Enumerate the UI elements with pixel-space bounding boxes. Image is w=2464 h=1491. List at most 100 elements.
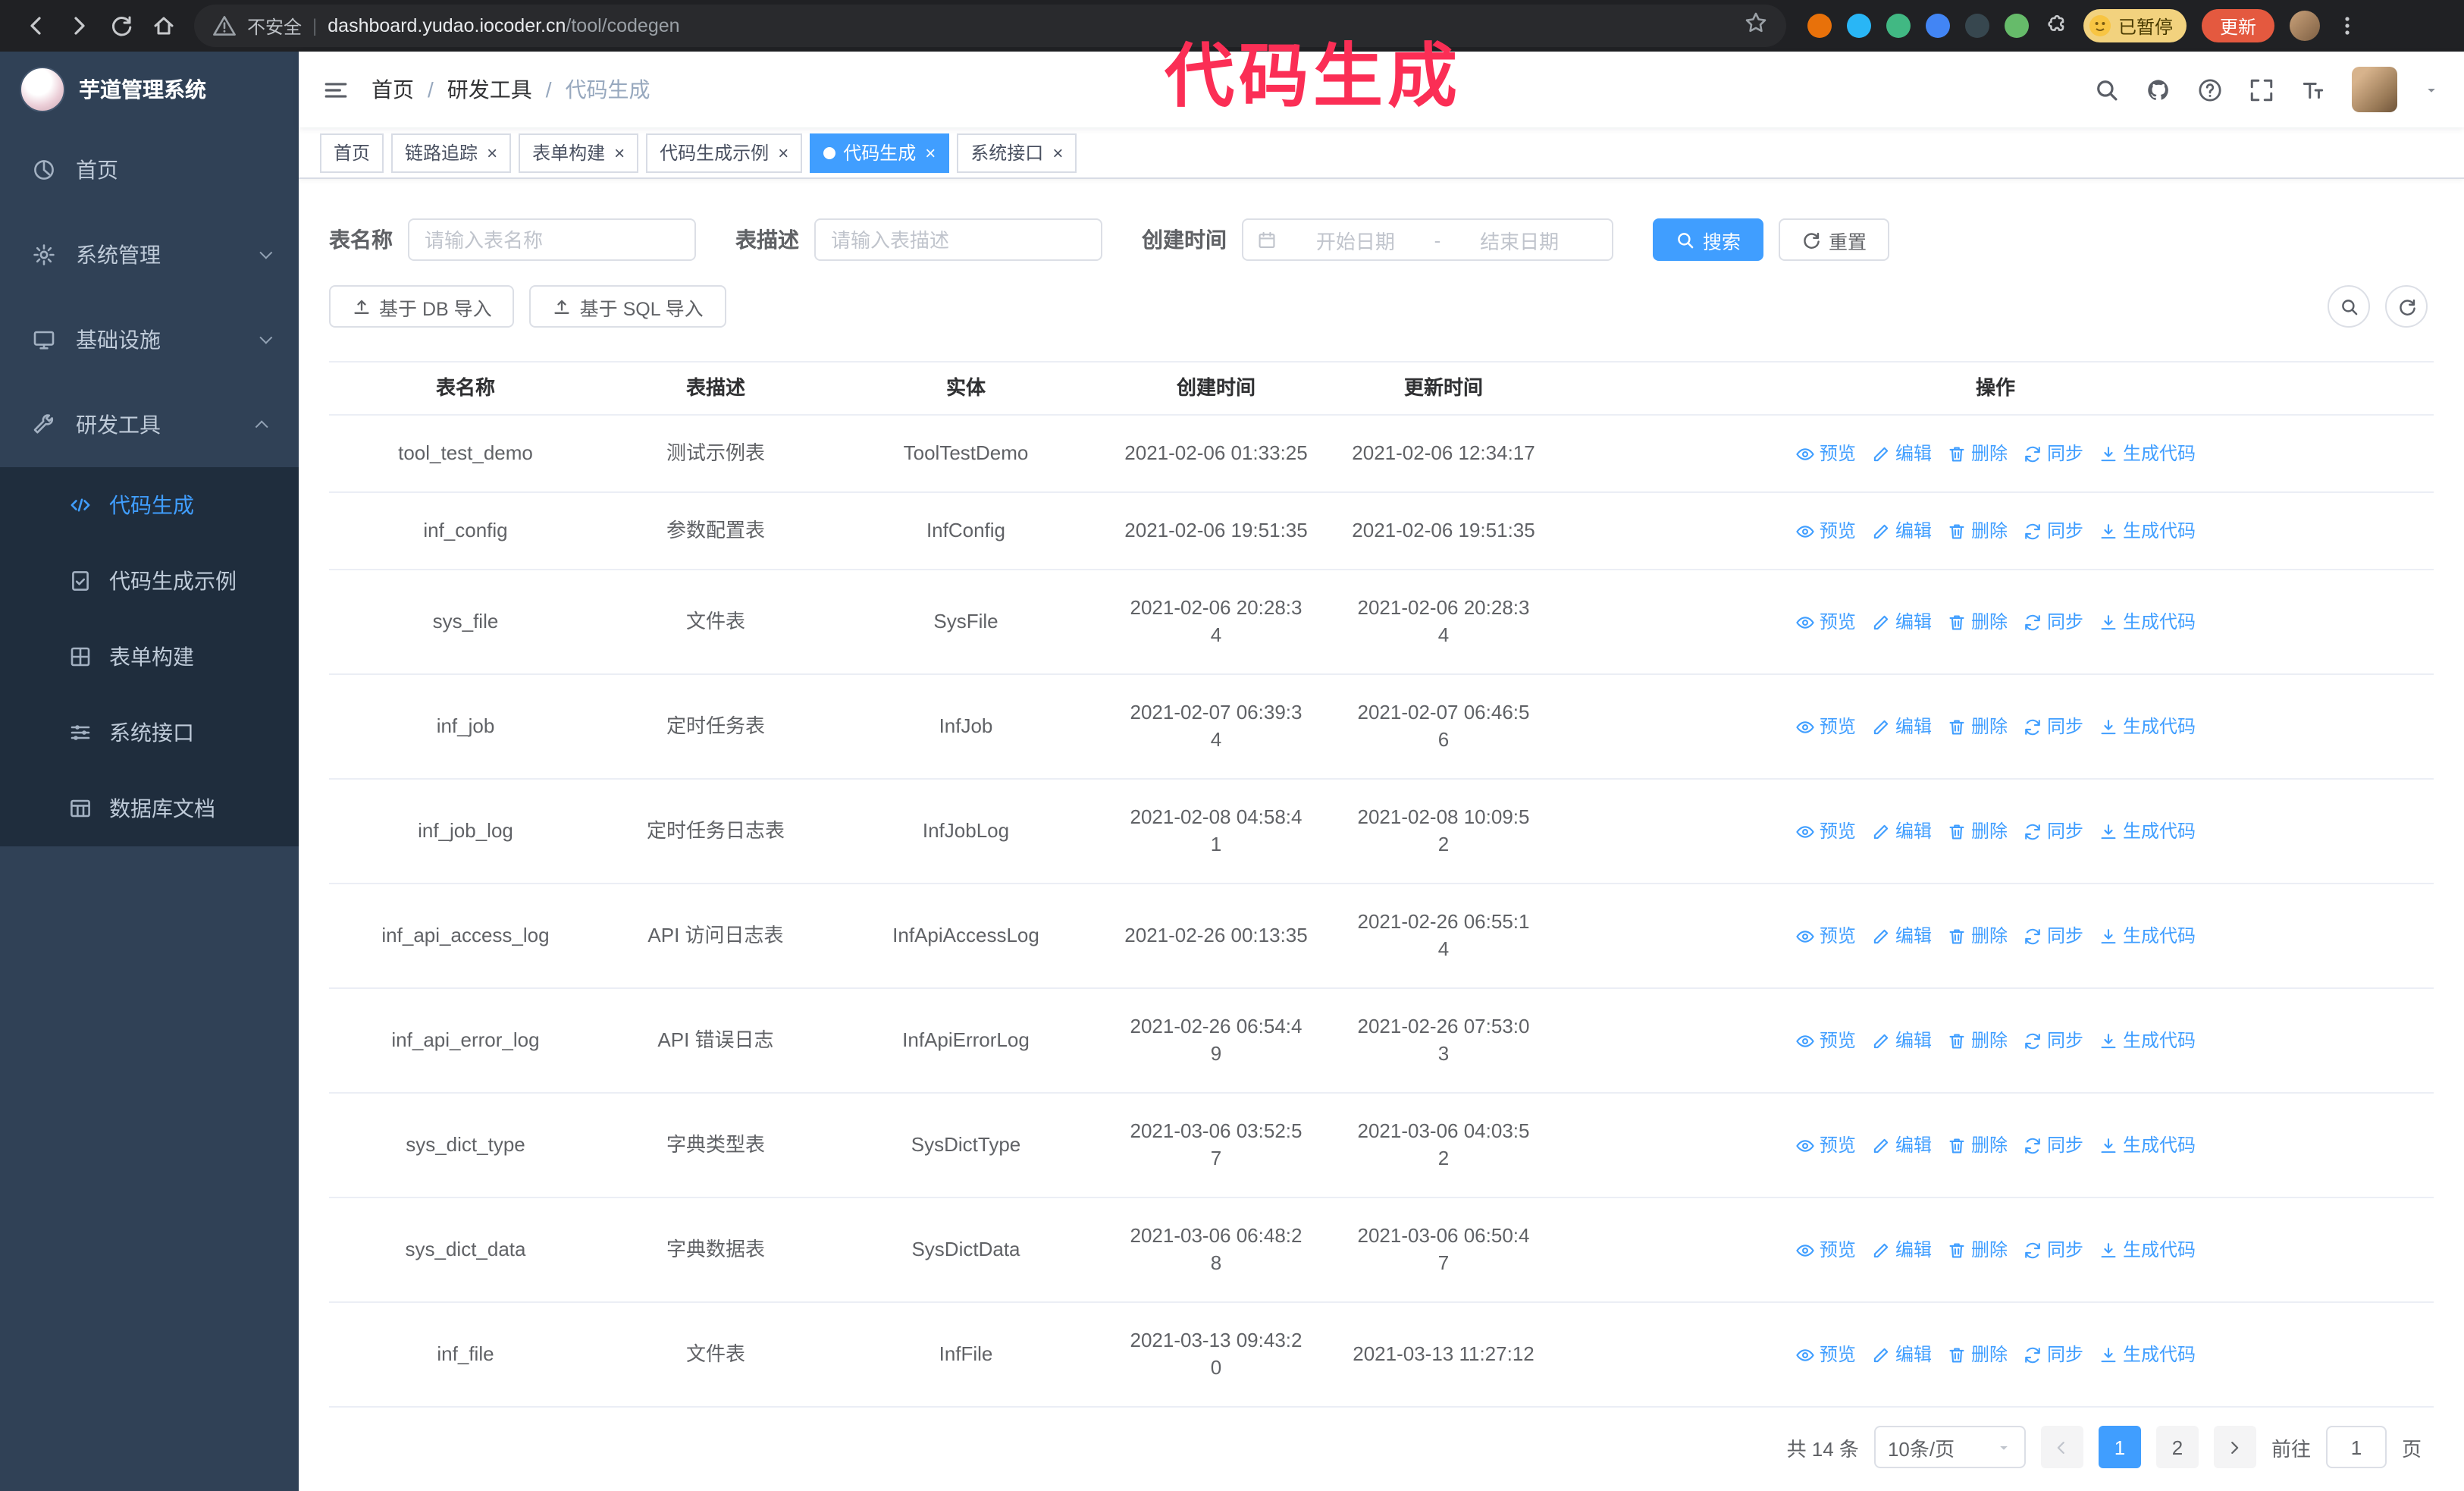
generate-code-link[interactable]: 生成代码 — [2099, 713, 2196, 740]
user-avatar[interactable] — [2352, 67, 2397, 112]
generate-code-link[interactable]: 生成代码 — [2099, 818, 2196, 845]
close-icon[interactable]: × — [1052, 143, 1063, 162]
sync-link[interactable]: 同步 — [2023, 440, 2083, 467]
sidebar-item-infrastructure[interactable]: 基础设施 — [0, 297, 299, 382]
generate-code-link[interactable]: 生成代码 — [2099, 440, 2196, 467]
sidebar-item-devtools[interactable]: 研发工具 — [0, 382, 299, 467]
sync-link[interactable]: 同步 — [2023, 1341, 2083, 1368]
sidebar-subitem-db-doc[interactable]: 数据库文档 — [0, 771, 299, 846]
preview-link[interactable]: 预览 — [1795, 1341, 1856, 1368]
fullscreen-icon[interactable] — [2249, 77, 2274, 102]
delete-link[interactable]: 删除 — [1947, 1027, 2008, 1054]
edit-link[interactable]: 编辑 — [1871, 517, 1932, 545]
edit-link[interactable]: 编辑 — [1871, 608, 1932, 636]
extension-icon[interactable] — [1847, 14, 1871, 38]
delete-link[interactable]: 删除 — [1947, 1341, 2008, 1368]
sync-link[interactable]: 同步 — [2023, 922, 2083, 950]
table-name-input[interactable] — [408, 218, 696, 261]
generate-code-link[interactable]: 生成代码 — [2099, 1341, 2196, 1368]
extension-icon[interactable] — [1926, 14, 1950, 38]
generate-code-link[interactable]: 生成代码 — [2099, 1132, 2196, 1159]
delete-link[interactable]: 删除 — [1947, 713, 2008, 740]
tab-form-builder[interactable]: 表单构建 × — [519, 133, 639, 172]
sidebar-subitem-form-builder[interactable]: 表单构建 — [0, 619, 299, 695]
preview-link[interactable]: 预览 — [1795, 818, 1856, 845]
edit-link[interactable]: 编辑 — [1871, 1236, 1932, 1263]
close-icon[interactable]: × — [925, 143, 936, 162]
goto-page-input[interactable] — [2325, 1426, 2387, 1468]
delete-link[interactable]: 删除 — [1947, 922, 2008, 950]
browser-menu-icon[interactable] — [2335, 14, 2359, 38]
generate-code-link[interactable]: 生成代码 — [2099, 608, 2196, 636]
generate-code-link[interactable]: 生成代码 — [2099, 922, 2196, 950]
edit-link[interactable]: 编辑 — [1871, 1341, 1932, 1368]
browser-reload-button[interactable] — [100, 5, 143, 47]
delete-link[interactable]: 删除 — [1947, 818, 2008, 845]
extension-icon[interactable] — [1965, 14, 1989, 38]
preview-link[interactable]: 预览 — [1795, 922, 1856, 950]
tab-home[interactable]: 首页 — [320, 133, 384, 172]
preview-link[interactable]: 预览 — [1795, 1027, 1856, 1054]
browser-profile-avatar[interactable] — [2290, 11, 2321, 41]
edit-link[interactable]: 编辑 — [1871, 922, 1932, 950]
page-button-2[interactable]: 2 — [2155, 1426, 2199, 1468]
sync-link[interactable]: 同步 — [2023, 713, 2083, 740]
edit-link[interactable]: 编辑 — [1871, 713, 1932, 740]
sidebar-subitem-system-api[interactable]: 系统接口 — [0, 695, 299, 771]
close-icon[interactable]: × — [778, 143, 788, 162]
extension-icon[interactable] — [1807, 14, 1832, 38]
generate-code-link[interactable]: 生成代码 — [2099, 517, 2196, 545]
delete-link[interactable]: 删除 — [1947, 1132, 2008, 1159]
browser-back-button[interactable] — [15, 5, 58, 47]
breadcrumb-devtools[interactable]: 研发工具 — [447, 74, 532, 105]
bookmark-star-icon[interactable] — [1744, 10, 1768, 42]
delete-link[interactable]: 删除 — [1947, 1236, 2008, 1263]
sidebar-item-home[interactable]: 首页 — [0, 127, 299, 212]
prev-page-button[interactable] — [2040, 1426, 2083, 1468]
close-icon[interactable]: × — [487, 143, 497, 162]
tab-codegen[interactable]: 代码生成 × — [810, 133, 950, 172]
github-icon[interactable] — [2146, 77, 2171, 102]
paused-badge[interactable]: 已暂停 — [2083, 9, 2187, 42]
delete-link[interactable]: 删除 — [1947, 517, 2008, 545]
refresh-button[interactable] — [2385, 285, 2428, 328]
import-sql-button[interactable]: 基于 SQL 导入 — [529, 285, 726, 328]
table-desc-input[interactable] — [814, 218, 1102, 261]
edit-link[interactable]: 编辑 — [1871, 440, 1932, 467]
preview-link[interactable]: 预览 — [1795, 608, 1856, 636]
generate-code-link[interactable]: 生成代码 — [2099, 1236, 2196, 1263]
extension-icon[interactable] — [2005, 14, 2029, 38]
browser-home-button[interactable] — [143, 5, 185, 47]
sidebar-item-system-management[interactable]: 系统管理 — [0, 212, 299, 297]
import-db-button[interactable]: 基于 DB 导入 — [329, 285, 515, 328]
address-bar[interactable]: 不安全 | dashboard.yudao.iocoder.cn/tool/co… — [194, 5, 1786, 47]
browser-forward-button[interactable] — [58, 5, 100, 47]
generate-code-link[interactable]: 生成代码 — [2099, 1027, 2196, 1054]
chrome-update-button[interactable]: 更新 — [2202, 9, 2275, 42]
preview-link[interactable]: 预览 — [1795, 1236, 1856, 1263]
page-button-1[interactable]: 1 — [2098, 1426, 2141, 1468]
tab-system-api[interactable]: 系统接口 × — [957, 133, 1077, 172]
tab-trace[interactable]: 链路追踪 × — [391, 133, 512, 172]
next-page-button[interactable] — [2213, 1426, 2256, 1468]
puzzle-icon[interactable] — [2044, 14, 2068, 38]
delete-link[interactable]: 删除 — [1947, 440, 2008, 467]
preview-link[interactable]: 预览 — [1795, 440, 1856, 467]
page-size-select[interactable]: 10条/页 — [1873, 1426, 2026, 1468]
search-button[interactable]: 搜索 — [1653, 218, 1764, 261]
edit-link[interactable]: 编辑 — [1871, 818, 1932, 845]
preview-link[interactable]: 预览 — [1795, 713, 1856, 740]
sidebar-subitem-codegen[interactable]: 代码生成 — [0, 467, 299, 543]
edit-link[interactable]: 编辑 — [1871, 1027, 1932, 1054]
delete-link[interactable]: 删除 — [1947, 608, 2008, 636]
help-icon[interactable] — [2197, 77, 2223, 102]
tab-codegen-example[interactable]: 代码生成示例 × — [646, 133, 803, 172]
sync-link[interactable]: 同步 — [2023, 1236, 2083, 1263]
breadcrumb-home[interactable]: 首页 — [371, 74, 414, 105]
preview-link[interactable]: 预览 — [1795, 517, 1856, 545]
font-size-icon[interactable] — [2300, 77, 2326, 102]
sync-link[interactable]: 同步 — [2023, 608, 2083, 636]
extension-icon[interactable] — [1886, 14, 1911, 38]
edit-link[interactable]: 编辑 — [1871, 1132, 1932, 1159]
sync-link[interactable]: 同步 — [2023, 1132, 2083, 1159]
